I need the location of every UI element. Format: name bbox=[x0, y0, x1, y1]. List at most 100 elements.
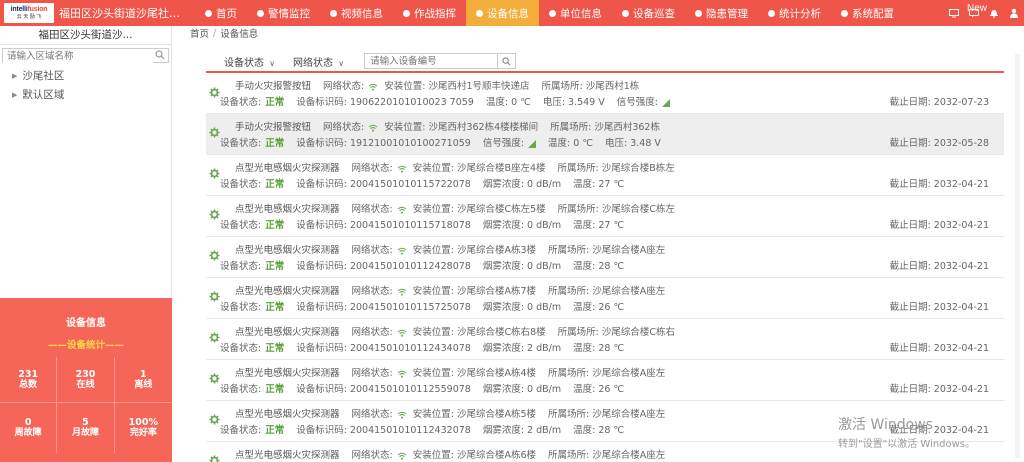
nav-item-0[interactable]: 首页 bbox=[195, 0, 247, 26]
gear-icon[interactable] bbox=[209, 455, 220, 462]
wifi-icon bbox=[397, 329, 407, 337]
command-icon bbox=[403, 9, 410, 17]
nav-item-label: 警情监控 bbox=[268, 7, 310, 20]
search-button[interactable] bbox=[498, 53, 517, 69]
network-status-dropdown[interactable]: 网络状态 ∨ bbox=[293, 54, 344, 69]
brand-logo[interactable]: intellifusion 云 天 励 飞 bbox=[4, 3, 54, 23]
device-metric: 温度: 0 ℃ bbox=[485, 97, 531, 108]
settings-icon bbox=[841, 9, 848, 17]
row-line-1: 点型光电感烟火灾探测器 网络状态: 安装位置: 沙尾综合楼A栋3楼 所属场所: 沙尾综… bbox=[235, 242, 677, 256]
main-content: 首页 / 设备信息 设备状态 ∨ 网络状态 ∨ 手动火灾报警按钮网络状态:安装位… bbox=[186, 26, 1024, 462]
network-status-label: 网络状态: bbox=[351, 409, 393, 420]
gear-icon[interactable] bbox=[209, 373, 220, 384]
gear-icon[interactable] bbox=[209, 291, 220, 302]
nav-item-3[interactable]: 作战指挥 bbox=[393, 0, 466, 26]
device-id: 设备标识码: 20041501010112559078 bbox=[296, 384, 471, 395]
stat-value: 230 bbox=[75, 368, 96, 380]
row-line-1: 点型光电感烟火灾探测器 网络状态: 安装位置: 沙尾综合楼A栋5楼 所属场所: 沙尾综… bbox=[235, 406, 677, 420]
chevron-right-icon[interactable]: ▶ bbox=[12, 91, 17, 99]
nav-item-4[interactable]: 设备信息 bbox=[466, 0, 539, 26]
device-status-label: 设备状态: bbox=[220, 384, 262, 395]
tree-item[interactable]: ▶ 沙尾社区 bbox=[0, 66, 171, 85]
stats-grid: 231 总数 230 在线 1 离线 0 周故障 5 月故障 100% 完好率 bbox=[0, 357, 172, 453]
table-row[interactable]: 点型光电感烟火灾探测器 网络状态: 安装位置: 沙尾综合楼B座左4楼 所属场所: 沙尾… bbox=[206, 155, 1004, 196]
device-name: 点型光电感烟火灾探测器 bbox=[235, 409, 340, 420]
stat-cell: 1 离线 bbox=[114, 357, 172, 403]
gear-icon[interactable] bbox=[209, 127, 220, 138]
device-metric: 烟雾浓度: 2 dB/m bbox=[482, 425, 562, 436]
gear-icon[interactable] bbox=[209, 168, 220, 179]
device-name: 手动火灾报警按钮 bbox=[235, 81, 312, 92]
logo-accent: fusion bbox=[27, 6, 48, 13]
chevron-down-icon: ∨ bbox=[338, 58, 345, 68]
device-search-input[interactable] bbox=[364, 53, 499, 69]
device-status-label: 设备状态: bbox=[220, 302, 262, 313]
stat-value: 1 bbox=[140, 368, 147, 380]
scrollbar[interactable] bbox=[1015, 54, 1020, 458]
device-metric: 温度: 26 ℃ bbox=[573, 302, 625, 313]
row-line-1: 点型光电感烟火灾探测器 网络状态: 安装位置: 沙尾综合楼A栋6楼 所属场所: 沙尾综… bbox=[235, 447, 677, 461]
tree-item-label: 默认区域 bbox=[22, 89, 65, 101]
device-name: 点型光电感烟火灾探测器 bbox=[235, 368, 340, 379]
stat-value: 100% bbox=[128, 417, 158, 428]
network-status-label: 网络状态: bbox=[323, 81, 365, 92]
nav-item-7[interactable]: 隐患管理 bbox=[685, 0, 758, 26]
device-name: 点型光电感烟火灾探测器 bbox=[235, 450, 340, 461]
chevron-right-icon[interactable]: ▶ bbox=[12, 72, 17, 80]
user-icon[interactable] bbox=[1004, 0, 1024, 26]
tree-item[interactable]: ▶ 默认区域 bbox=[0, 85, 171, 104]
nav-item-8[interactable]: 统计分析 bbox=[758, 0, 831, 26]
gear-icon[interactable] bbox=[209, 332, 220, 343]
nav-item-2[interactable]: 视频信息 bbox=[320, 0, 393, 26]
device-status-label: 设备状态: bbox=[220, 343, 262, 354]
device-metric: 信号强度: bbox=[482, 138, 525, 149]
device-metric: 烟雾浓度: 0 dB/m bbox=[482, 302, 562, 313]
table-row[interactable]: 点型光电感烟火灾探测器 网络状态: 安装位置: 沙尾综合楼A栋4楼 所属场所: 沙尾综… bbox=[206, 360, 1004, 401]
table-row[interactable]: 点型光电感烟火灾探测器 网络状态: 安装位置: 沙尾综合楼C栋右8楼 所属场所: 沙尾… bbox=[206, 319, 1004, 360]
install-location: 安装位置: 沙尾综合楼A栋5楼 bbox=[412, 409, 536, 420]
nav-item-6[interactable]: 设备巡查 bbox=[612, 0, 685, 26]
row-line-2: 设备状态: 正常 设备标识码: 20041501010112428078 烟雾浓度: … bbox=[220, 258, 636, 272]
row-line-2: 设备状态: 正常 设备标识码: 1906220101010023 7059 温度: 0… bbox=[220, 94, 682, 108]
owning-place: 所属场所: 沙尾综合楼A座左 bbox=[547, 409, 666, 420]
nav-item-5[interactable]: 单位信息 bbox=[539, 0, 612, 26]
device-status-label: 设备状态: bbox=[220, 97, 262, 108]
nav-item-1[interactable]: 警情监控 bbox=[247, 0, 320, 26]
install-location: 安装位置: 沙尾综合楼A栋6楼 bbox=[412, 450, 536, 461]
row-line-1: 点型光电感烟火灾探测器 网络状态: 安装位置: 沙尾综合楼C栋左5楼 所属场所: 沙尾… bbox=[235, 201, 687, 215]
expiry-date: 截止日期: 2032-05-28 bbox=[889, 138, 989, 149]
app-title: 福田区沙头街道沙尾社区监... bbox=[59, 7, 189, 20]
gear-icon[interactable] bbox=[209, 87, 220, 98]
device-metric: 烟雾浓度: 0 dB/m bbox=[482, 261, 562, 272]
device-name: 点型光电感烟火灾探测器 bbox=[235, 286, 340, 297]
table-row[interactable]: 点型光电感烟火灾探测器 网络状态: 安装位置: 沙尾综合楼A栋3楼 所属场所: 沙尾综… bbox=[206, 237, 1004, 278]
install-location: 安装位置: 沙尾西村362栋4楼楼梯间 bbox=[384, 122, 539, 133]
table-row[interactable]: 点型光电感烟火灾探测器 网络状态: 安装位置: 沙尾综合楼A栋7楼 所属场所: 沙尾综… bbox=[206, 278, 1004, 319]
monitor-icon[interactable] bbox=[944, 0, 964, 26]
device-metric: 温度: 26 ℃ bbox=[573, 384, 625, 395]
gear-icon[interactable] bbox=[209, 209, 220, 220]
breadcrumb-separator: / bbox=[213, 27, 217, 39]
gear-icon[interactable] bbox=[209, 250, 220, 261]
install-location: 安装位置: 沙尾综合楼C栋左5楼 bbox=[412, 204, 546, 215]
search-icon[interactable] bbox=[155, 50, 165, 60]
windows-activation-watermark: 激活 Windows bbox=[838, 417, 933, 433]
status-badge: 正常 bbox=[265, 97, 285, 108]
expiry-date: 截止日期: 2032-04-21 bbox=[889, 261, 989, 272]
nav-item-9[interactable]: 系统配置 bbox=[831, 0, 904, 26]
region-tree: ▶ 沙尾社区 ▶ 默认区域 bbox=[0, 66, 171, 104]
stat-value: 0 bbox=[24, 417, 32, 428]
stat-label: 完好率 bbox=[129, 428, 157, 438]
stat-cell: 100% 完好率 bbox=[115, 403, 172, 453]
device-status-dropdown[interactable]: 设备状态 ∨ bbox=[224, 54, 275, 69]
breadcrumb-home[interactable]: 首页 bbox=[190, 26, 209, 40]
gear-icon[interactable] bbox=[209, 414, 220, 425]
region-search-input[interactable] bbox=[3, 50, 153, 63]
home-icon bbox=[205, 9, 212, 17]
device-id: 设备标识码: 1906220101010023 7059 bbox=[296, 97, 474, 108]
stat-cell: 5 月故障 bbox=[57, 403, 115, 453]
table-row[interactable]: 手动火灾报警按钮 网络状态: 安装位置: 沙尾西村362栋4楼楼梯间 所属场所: 沙尾… bbox=[206, 114, 1004, 155]
table-row[interactable]: 点型光电感烟火灾探测器 网络状态: 安装位置: 沙尾综合楼C栋左5楼 所属场所: 沙尾… bbox=[206, 196, 1004, 237]
table-row[interactable]: 手动火灾报警按钮 网络状态: 安装位置: 沙尾西村1号顺丰快递店 所属场所: 沙尾西村… bbox=[206, 74, 1004, 114]
owning-place: 所属场所: 沙尾综合楼A座左 bbox=[547, 245, 666, 256]
